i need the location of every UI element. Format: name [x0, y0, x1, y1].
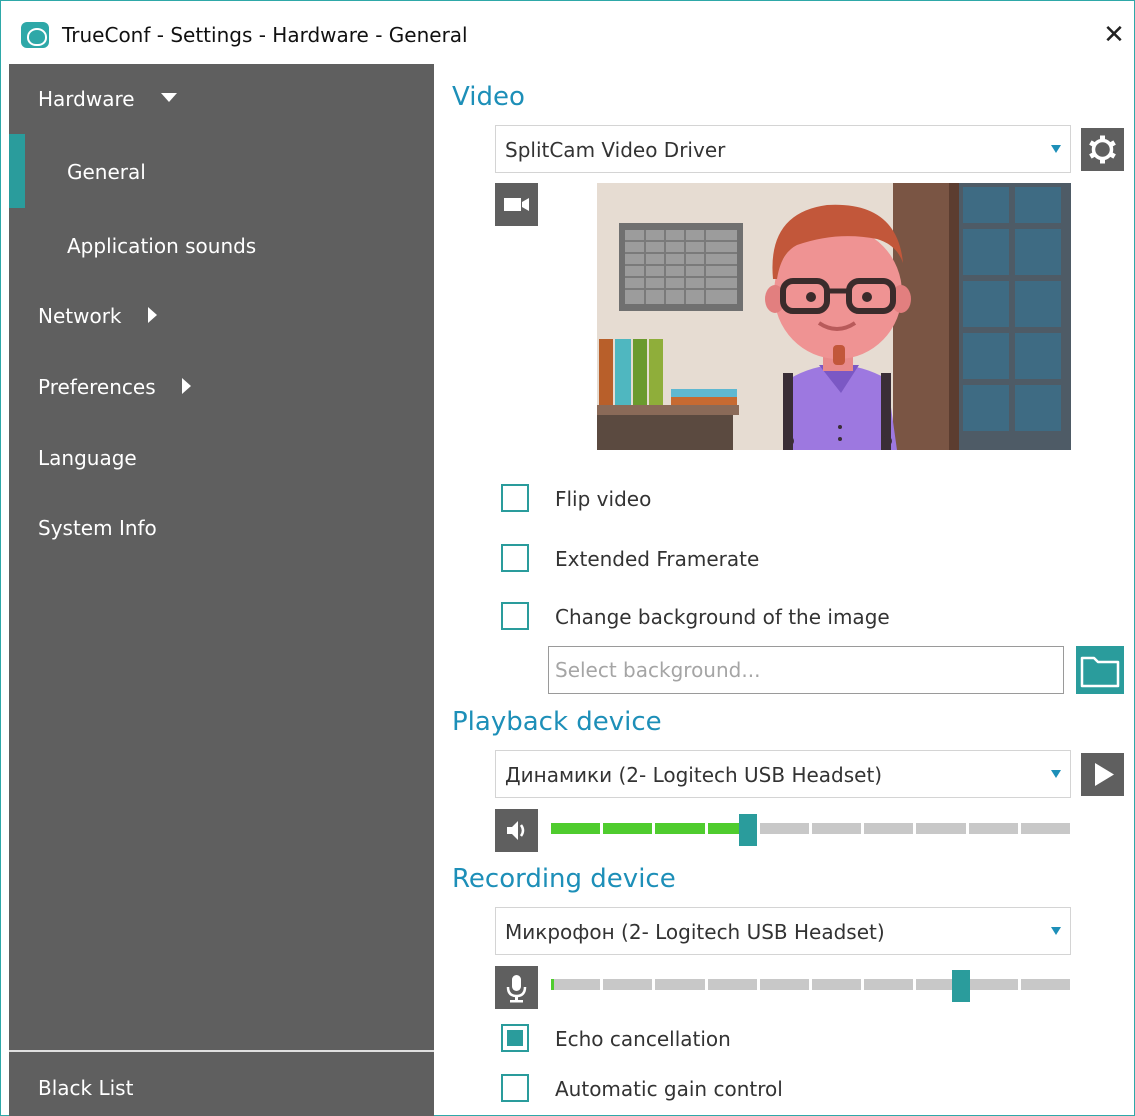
video-device-select[interactable]: SplitCam Video Driver: [495, 125, 1071, 173]
camera-icon: [504, 198, 529, 211]
slider-thumb[interactable]: [952, 970, 970, 1002]
recording-device-select[interactable]: Микрофон (2- Logitech USB Headset): [495, 907, 1071, 955]
dropdown-arrow-icon: [1051, 770, 1061, 778]
slider-segment: [916, 823, 966, 834]
mute-microphone-button[interactable]: [495, 966, 538, 1009]
slider-thumb[interactable]: [739, 814, 758, 846]
close-icon[interactable]: ✕: [1097, 15, 1131, 55]
sidebar-item-system-info[interactable]: System Info: [38, 516, 157, 540]
extended-framerate-label: Extended Framerate: [555, 547, 760, 571]
sidebar-item-black-list[interactable]: Black List: [38, 1076, 133, 1100]
slider-level-fill: [551, 823, 601, 834]
video-preview-image: [597, 183, 1071, 450]
sidebar-divider: [9, 1050, 434, 1052]
dropdown-arrow-icon: [1051, 145, 1061, 153]
mute-speaker-button[interactable]: [495, 809, 538, 852]
slider-segment: [864, 979, 914, 990]
caret-right-icon: [181, 378, 191, 394]
slider-segment: [1020, 979, 1070, 990]
sidebar-item-hardware[interactable]: Hardware: [38, 87, 177, 111]
video-section-title: Video: [452, 82, 525, 112]
settings-window: TrueConf - Settings - Hardware - General…: [0, 0, 1135, 1116]
slider-segment: [864, 823, 914, 834]
recording-section-title: Recording device: [452, 864, 676, 894]
camera-toggle-button[interactable]: [495, 183, 538, 226]
sidebar-item-language[interactable]: Language: [38, 446, 137, 470]
slider-segment: [603, 979, 653, 990]
slider-segment: [551, 979, 601, 990]
slider-segment: [968, 823, 1018, 834]
test-playback-button[interactable]: [1081, 753, 1124, 796]
playback-device-select[interactable]: Динамики (2- Logitech USB Headset): [495, 750, 1071, 798]
sidebar: Hardware General Application sounds Netw…: [9, 64, 434, 1116]
browse-background-button[interactable]: [1076, 646, 1124, 694]
automatic-gain-control-label: Automatic gain control: [555, 1077, 783, 1101]
caret-right-icon: [147, 307, 157, 323]
app-logo-icon: [21, 22, 49, 48]
recording-device-value: Микрофон (2- Logitech USB Headset): [505, 920, 885, 944]
sidebar-item-label: Hardware: [38, 87, 135, 111]
slider-level-fill: [551, 979, 554, 990]
caret-down-icon: [160, 93, 177, 102]
sidebar-item-network[interactable]: Network: [38, 304, 157, 328]
sidebar-item-application-sounds[interactable]: Application sounds: [67, 234, 256, 258]
slider-segment: [759, 979, 809, 990]
echo-cancellation-checkbox[interactable]: [501, 1024, 529, 1052]
dropdown-arrow-icon: [1051, 927, 1061, 935]
change-background-label: Change background of the image: [555, 605, 890, 629]
slider-level-fill: [603, 823, 653, 834]
slider-segment: [812, 823, 862, 834]
change-background-checkbox[interactable]: [501, 602, 529, 630]
slider-segment: [968, 979, 1018, 990]
playback-volume-slider[interactable]: [551, 814, 1070, 846]
slider-segment: [1020, 823, 1070, 834]
play-icon: [1095, 763, 1114, 786]
slider-segment: [812, 979, 862, 990]
sidebar-item-label: Network: [38, 304, 122, 328]
recording-gain-slider[interactable]: [551, 970, 1070, 1002]
flip-video-label: Flip video: [555, 487, 652, 511]
title-bar: TrueConf - Settings - Hardware - General…: [1, 1, 1134, 64]
automatic-gain-control-checkbox[interactable]: [501, 1074, 529, 1102]
playback-device-value: Динамики (2- Logitech USB Headset): [505, 763, 883, 787]
slider-segment: [759, 823, 809, 834]
background-path-input[interactable]: [548, 646, 1064, 694]
video-preview: [597, 183, 1071, 450]
echo-cancellation-label: Echo cancellation: [555, 1027, 731, 1051]
sidebar-item-preferences[interactable]: Preferences: [38, 375, 191, 399]
playback-section-title: Playback device: [452, 707, 662, 737]
extended-framerate-checkbox[interactable]: [501, 544, 529, 572]
folder-icon: [1080, 656, 1120, 688]
slider-level-fill: [655, 823, 705, 834]
sidebar-item-general[interactable]: General: [67, 160, 146, 184]
sidebar-item-label: Preferences: [38, 375, 156, 399]
video-settings-button[interactable]: [1081, 128, 1124, 171]
microphone-icon: [506, 975, 527, 1003]
slider-segment: [707, 979, 757, 990]
video-device-value: SplitCam Video Driver: [505, 138, 726, 162]
flip-video-checkbox[interactable]: [501, 484, 529, 512]
window-title: TrueConf - Settings - Hardware - General: [62, 23, 468, 47]
slider-segment: [655, 979, 705, 990]
speaker-icon: [507, 821, 525, 840]
gear-icon: [1089, 135, 1116, 164]
active-indicator: [9, 134, 25, 208]
